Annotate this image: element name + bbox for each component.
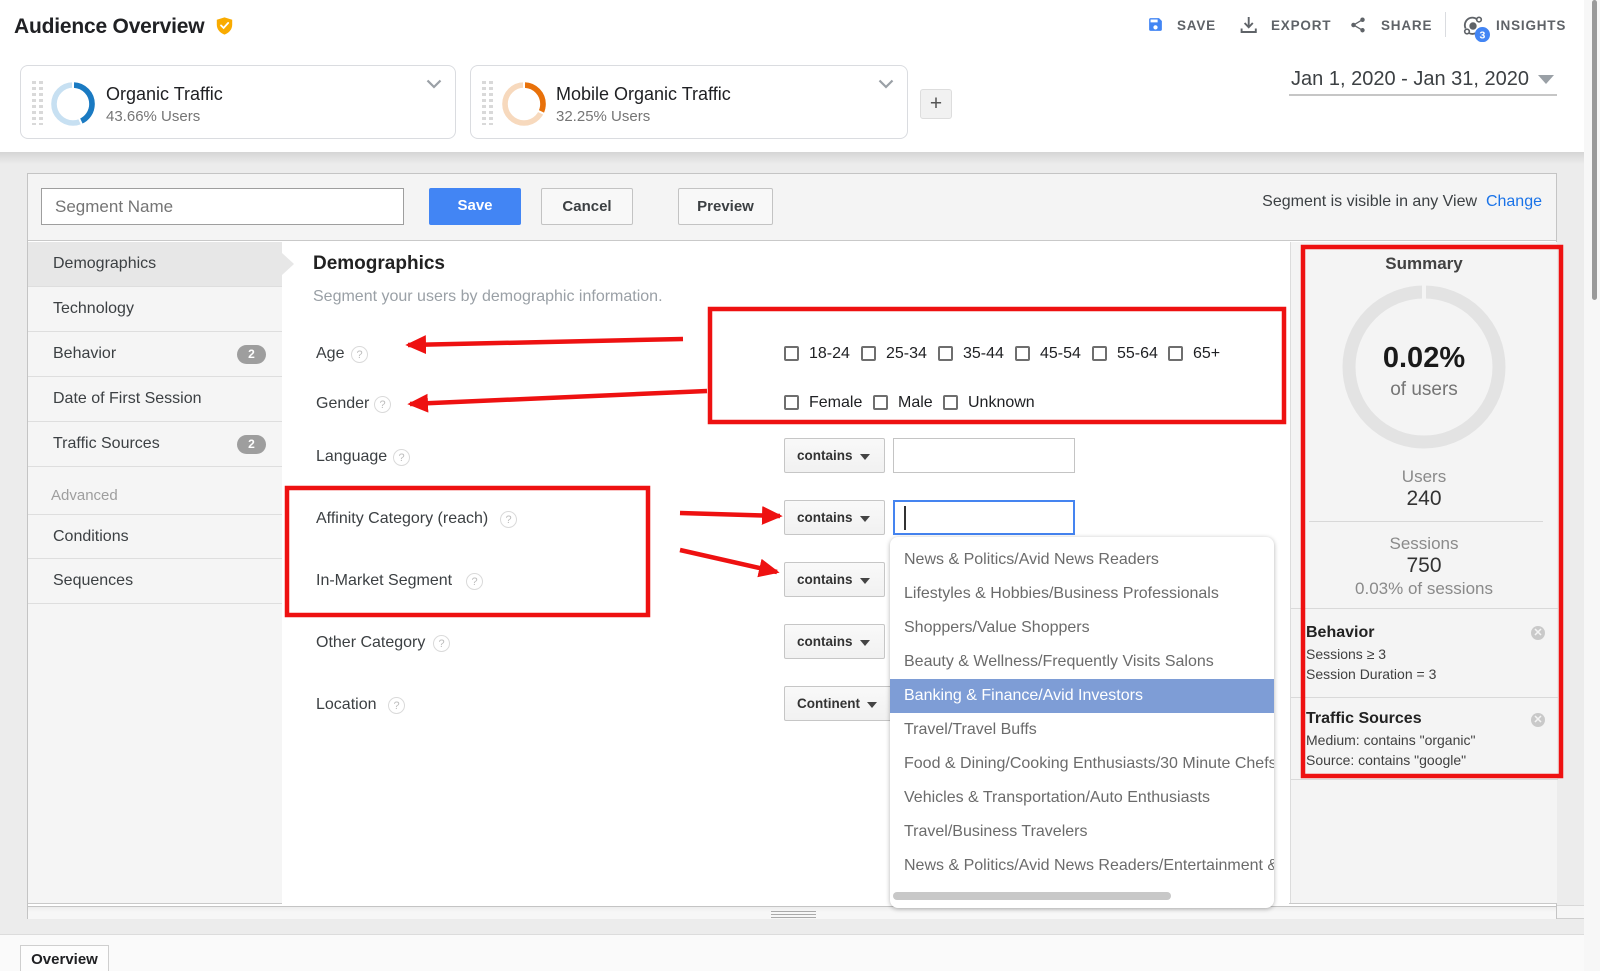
svg-text:3: 3 <box>1479 29 1485 41</box>
